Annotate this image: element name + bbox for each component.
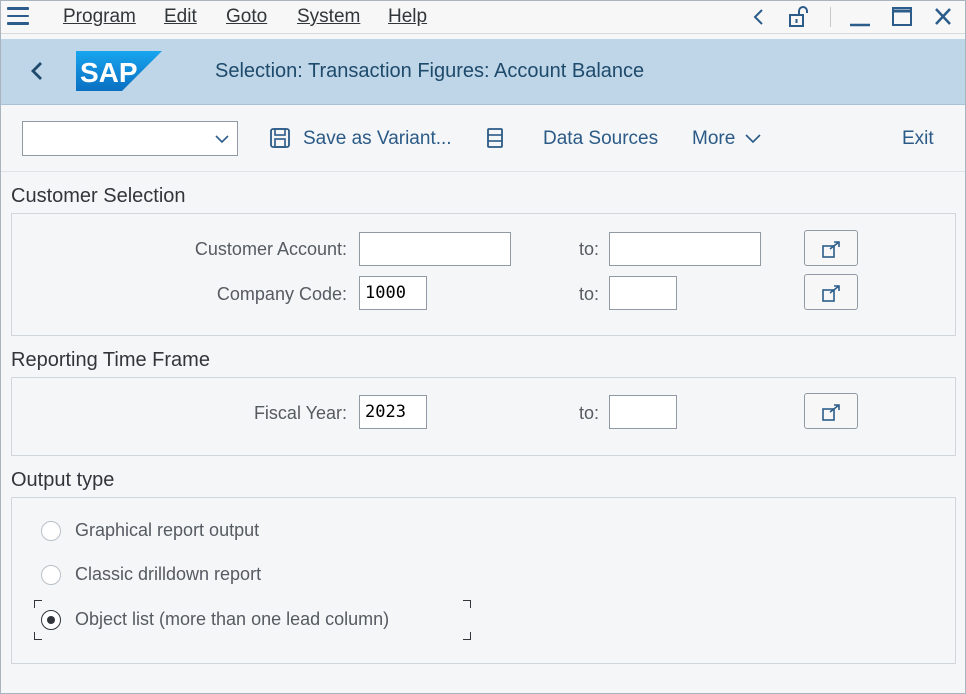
radio-button-selected[interactable] <box>41 610 61 630</box>
more-label: More <box>692 128 736 149</box>
to-label: to: <box>579 284 600 304</box>
maximize-icon[interactable] <box>889 5 915 29</box>
more-button[interactable]: More <box>692 128 761 150</box>
hamburger-menu-icon[interactable] <box>7 7 29 27</box>
menu-bar: Program Edit Goto System Help <box>1 1 965 34</box>
radio-button[interactable] <box>41 565 61 585</box>
customer-account-from-input[interactable] <box>359 232 511 266</box>
data-sources-button[interactable]: Data Sources <box>543 128 658 150</box>
radio-button[interactable] <box>41 521 61 541</box>
unlock-icon[interactable] <box>786 5 812 29</box>
company-code-from-input[interactable]: 1000 <box>359 276 427 310</box>
focus-indicator <box>34 600 42 608</box>
customer-selection-title: Customer Selection <box>11 185 186 207</box>
output-type-title: Output type <box>11 469 115 491</box>
svg-text:SAP: SAP <box>80 57 138 88</box>
chevron-left-icon[interactable] <box>746 5 772 29</box>
save-icon[interactable] <box>269 127 291 149</box>
menu-separator <box>830 7 831 27</box>
focus-indicator <box>463 600 471 608</box>
close-icon[interactable] <box>930 5 956 29</box>
customer-account-to-input[interactable] <box>609 232 761 266</box>
reporting-time-frame-title: Reporting Time Frame <box>11 349 210 371</box>
sap-window: Program Edit Goto System Help SAP Select… <box>0 0 966 694</box>
menu-help[interactable]: Help <box>388 6 427 28</box>
customer-account-label: Customer Account: <box>194 239 347 259</box>
to-label: to: <box>579 403 600 423</box>
sap-logo: SAP <box>76 51 162 91</box>
multiple-selection-icon <box>822 241 840 258</box>
radio-graphical-report[interactable]: Graphical report output <box>41 520 341 544</box>
radio-label: Classic drilldown report <box>75 564 262 584</box>
minimize-icon[interactable] <box>847 5 873 29</box>
company-code-label: Company Code: <box>216 284 347 304</box>
multiple-selection-button[interactable] <box>804 230 858 266</box>
chevron-down-icon <box>745 134 761 144</box>
radio-label: Graphical report output <box>75 520 260 540</box>
fiscal-year-label: Fiscal Year: <box>253 403 347 423</box>
focus-indicator <box>34 632 42 640</box>
toolbar: Save as Variant... Data Sources More Exi… <box>1 106 965 172</box>
back-arrow-icon[interactable] <box>27 59 47 83</box>
variant-dropdown[interactable] <box>22 121 238 156</box>
page-title: Selection: Transaction Figures: Account … <box>215 60 645 82</box>
menu-goto[interactable]: Goto <box>226 6 267 28</box>
menu-edit[interactable]: Edit <box>164 6 197 28</box>
customer-selection-group: Customer Account: to: Company Code: 1000… <box>11 213 956 336</box>
multiple-selection-icon <box>822 285 840 302</box>
fiscal-year-from-input[interactable]: 2023 <box>359 395 427 429</box>
exit-button[interactable]: Exit <box>902 128 934 150</box>
multiple-selection-button[interactable] <box>804 274 858 310</box>
chevron-down-icon <box>215 135 229 144</box>
reporting-time-frame-group: Fiscal Year: 2023 to: <box>11 377 956 456</box>
menu-system[interactable]: System <box>297 6 360 28</box>
multiple-selection-button[interactable] <box>804 393 858 429</box>
menu-program[interactable]: Program <box>63 6 136 28</box>
save-as-variant-button[interactable]: Save as Variant... <box>303 128 452 150</box>
multiple-selection-icon <box>822 404 840 421</box>
radio-label: Object list (more than one lead column) <box>75 609 390 629</box>
to-label: to: <box>579 239 600 259</box>
radio-classic-drilldown[interactable]: Classic drilldown report <box>41 564 341 588</box>
data-sources-icon[interactable] <box>484 127 506 149</box>
radio-object-list[interactable]: Object list (more than one lead column) <box>41 609 461 633</box>
fiscal-year-to-input[interactable] <box>609 395 677 429</box>
title-bar: SAP Selection: Transaction Figures: Acco… <box>1 39 965 105</box>
focus-indicator <box>463 632 471 640</box>
company-code-to-input[interactable] <box>609 276 677 310</box>
